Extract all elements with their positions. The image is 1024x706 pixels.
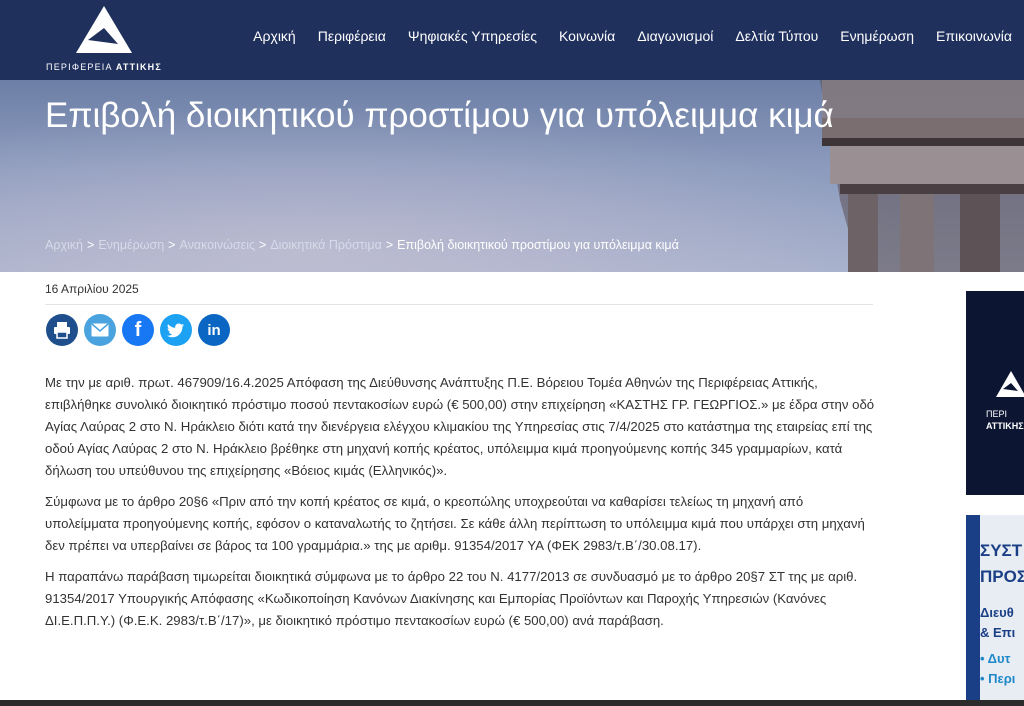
logo-triangle-icon [76, 6, 132, 53]
breadcrumb-separator: > [259, 238, 267, 252]
nav-contact[interactable]: Επικοινωνία [936, 28, 1012, 44]
page-title: Επιβολή διοικητικού προστίμου για υπόλει… [45, 96, 834, 135]
sidebar-banner-region[interactable]: ΠΕΡΙ ΑΤΤΙΚΗΣ [966, 291, 1024, 495]
twitter-icon[interactable] [160, 314, 192, 346]
breadcrumb-separator: > [168, 238, 176, 252]
breadcrumb: Αρχική > Ενημέρωση > Ανακοινώσεις > Διοικητικά… [45, 238, 679, 252]
logo-triangle-icon [996, 371, 1024, 397]
breadcrumb-home[interactable]: Αρχική [45, 238, 83, 252]
facebook-icon[interactable]: f [122, 314, 154, 346]
breadcrumb-current: Επιβολή διοικητικού προστίμου για υπόλει… [397, 238, 679, 252]
banner-text-attica: ΑΤΤΙΚΗΣ [986, 421, 1024, 431]
article-body: Με την με αριθ. πρωτ. 467909/16.4.2025 Α… [45, 372, 875, 641]
article-paragraph: Σύμφωνα με το άρθρο 20§6 «Πριν από την κ… [45, 494, 865, 553]
print-icon[interactable] [46, 314, 78, 346]
article-paragraph: Η παραπάνω παράβαση τιμωρείται διοικητικ… [45, 569, 858, 628]
nav-news[interactable]: Ενημέρωση [840, 28, 914, 44]
breadcrumb-news[interactable]: Ενημέρωση [98, 238, 164, 252]
breadcrumb-fines[interactable]: Διοικητικά Πρόστιμα [270, 238, 382, 252]
logo-text: ΠΕΡΙΦΕΡΕΙΑ ΑΤΤΙΚΗΣ [44, 62, 164, 72]
banner-subheading: Διευθ [980, 605, 1014, 620]
page-hero: Επιβολή διοικητικού προστίμου για υπόλει… [0, 80, 1024, 272]
linkedin-icon[interactable]: in [198, 314, 230, 346]
nav-digital-services[interactable]: Ψηφιακές Υπηρεσίες [408, 28, 537, 44]
breadcrumb-separator: > [87, 238, 95, 252]
nav-region[interactable]: Περιφέρεια [318, 28, 386, 44]
sidebar-banner-system[interactable]: ΣΥΣΤ ΠΡΟΣ Διευθ & Επι • Δυτ • Περι [966, 515, 1024, 706]
article-date: 16 Απριλίου 2025 [45, 282, 139, 296]
breadcrumb-separator: > [385, 238, 394, 252]
divider [45, 304, 873, 305]
email-icon[interactable] [84, 314, 116, 346]
main-nav: Αρχική Περιφέρεια Ψηφιακές Υπηρεσίες Κοι… [253, 28, 1012, 44]
banner-text-region: ΠΕΡΙ [986, 409, 1008, 419]
nav-tenders[interactable]: Διαγωνισμοί [637, 28, 713, 44]
nav-society[interactable]: Κοινωνία [559, 28, 615, 44]
nav-press-releases[interactable]: Δελτία Τύπου [735, 28, 818, 44]
share-bar: f in [46, 314, 230, 346]
logo-text-attica: ΑΤΤΙΚΗΣ [115, 62, 162, 72]
banner-heading: ΠΡΟΣ [980, 567, 1024, 586]
banner-bullet: • Δυτ [980, 651, 1011, 666]
article-paragraph: Με την με αριθ. πρωτ. 467909/16.4.2025 Α… [45, 375, 875, 478]
breadcrumb-announcements[interactable]: Ανακοινώσεις [179, 238, 255, 252]
banner-subheading: & Επι [980, 625, 1016, 640]
banner-bullet: • Περι [980, 671, 1016, 686]
banner-accent [966, 515, 980, 706]
site-header: ΠΕΡΙΦΕΡΕΙΑ ΑΤΤΙΚΗΣ Αρχική Περιφέρεια Ψηφ… [0, 0, 1024, 80]
logo-text-region: ΠΕΡΙΦΕΡΕΙΑ [46, 62, 113, 72]
bottom-bar [0, 700, 1024, 706]
site-logo[interactable]: ΠΕΡΙΦΕΡΕΙΑ ΑΤΤΙΚΗΣ [44, 6, 164, 76]
nav-home[interactable]: Αρχική [253, 28, 296, 44]
banner-heading: ΣΥΣΤ [980, 541, 1023, 560]
